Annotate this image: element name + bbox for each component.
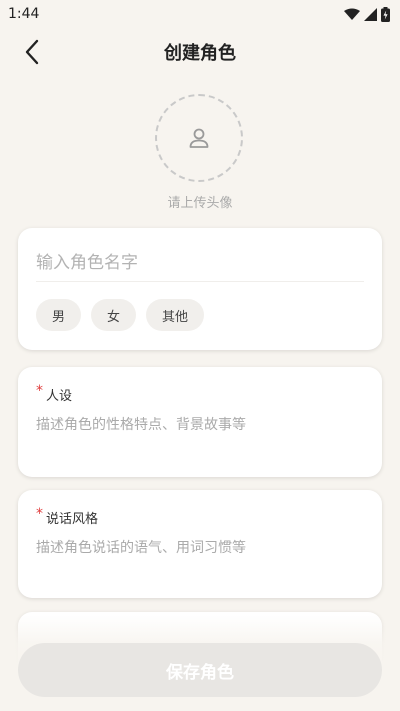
wifi-icon bbox=[344, 8, 360, 20]
required-mark: * bbox=[36, 506, 43, 522]
status-icons bbox=[344, 6, 390, 22]
speaking-style-label: 说话风格 bbox=[46, 512, 99, 527]
battery-icon bbox=[381, 6, 390, 22]
name-card: 男 女 其他 bbox=[18, 228, 382, 350]
status-bar: 1:44 bbox=[0, 0, 400, 28]
persona-card: * 人设 bbox=[18, 367, 382, 477]
cellular-signal-icon bbox=[364, 7, 377, 21]
speaking-style-label-row: * 说话风格 bbox=[36, 506, 364, 527]
character-name-input[interactable] bbox=[36, 244, 364, 282]
avatar-hint: 请上传头像 bbox=[167, 196, 233, 211]
save-character-button[interactable]: 保存角色 bbox=[18, 643, 382, 697]
gender-option-male[interactable]: 男 bbox=[36, 299, 82, 331]
persona-input[interactable] bbox=[36, 414, 364, 454]
persona-label-row: * 人设 bbox=[36, 383, 364, 404]
avatar-upload-button[interactable] bbox=[155, 94, 243, 182]
speaking-style-input[interactable] bbox=[36, 537, 364, 577]
speaking-style-card: * 说话风格 bbox=[18, 490, 382, 598]
app-header: 创建角色 bbox=[0, 28, 400, 76]
person-icon bbox=[189, 128, 209, 148]
gender-option-other[interactable]: 其他 bbox=[146, 299, 205, 331]
persona-label: 人设 bbox=[46, 389, 73, 404]
back-button[interactable] bbox=[14, 36, 50, 68]
status-time: 1:44 bbox=[8, 6, 40, 22]
gender-option-female[interactable]: 女 bbox=[91, 299, 137, 331]
required-mark: * bbox=[36, 383, 43, 399]
gender-options: 男 女 其他 bbox=[36, 299, 205, 331]
back-arrow-icon bbox=[25, 39, 39, 65]
page-title: 创建角色 bbox=[164, 43, 236, 64]
